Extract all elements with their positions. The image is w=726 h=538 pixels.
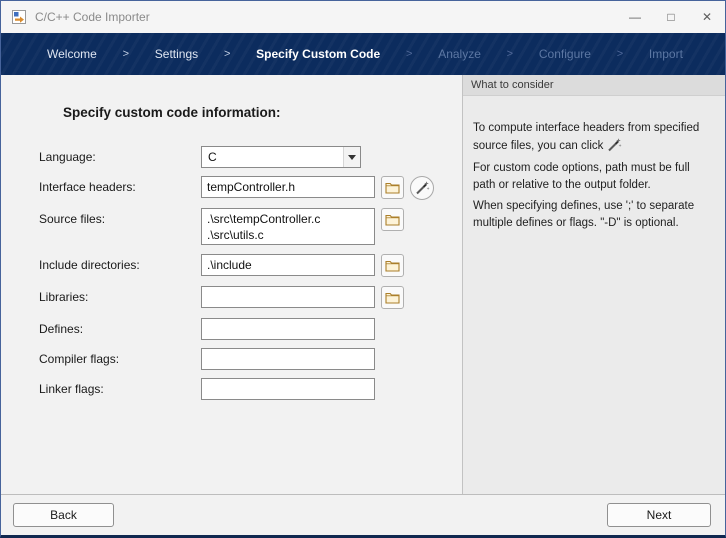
source-files-label: Source files: (39, 208, 201, 226)
minimize-button[interactable]: — (617, 1, 653, 33)
step-specify-custom-code[interactable]: Specify Custom Code (256, 47, 380, 61)
tip-paths: For custom code options, path must be fu… (473, 160, 713, 195)
linker-flags-label: Linker flags: (39, 378, 201, 396)
field-row-interface-headers: Interface headers: (39, 176, 462, 200)
next-button[interactable]: Next (607, 503, 711, 527)
libraries-label: Libraries: (39, 286, 201, 304)
field-row-defines: Defines: (39, 318, 462, 340)
main-content: Specify custom code information: Languag… (1, 75, 462, 494)
browse-source-files-button[interactable] (381, 208, 404, 231)
field-row-libraries: Libraries: (39, 286, 462, 309)
tip-compute-headers-text: To compute interface headers from specif… (473, 122, 699, 152)
step-configure: Configure (539, 47, 591, 61)
maximize-button[interactable]: □ (653, 1, 689, 33)
body: Specify custom code information: Languag… (1, 75, 725, 494)
step-settings[interactable]: Settings (155, 47, 198, 61)
include-directories-label: Include directories: (39, 254, 201, 272)
titlebar: C/C++ Code Importer — □ ✕ (1, 1, 725, 33)
folder-icon (385, 181, 400, 194)
linker-flags-input[interactable] (201, 378, 375, 400)
field-row-language: Language: C (39, 146, 462, 168)
app-icon (11, 9, 27, 25)
window-title: C/C++ Code Importer (35, 10, 150, 24)
step-analyze: Analyze (438, 47, 481, 61)
compiler-flags-input[interactable] (201, 348, 375, 370)
close-button[interactable]: ✕ (689, 1, 725, 33)
step-separator: > (507, 48, 513, 60)
folder-icon (385, 213, 400, 226)
field-row-source-files: Source files: .\src\tempController.c .\s… (39, 208, 462, 245)
step-welcome[interactable]: Welcome (47, 47, 97, 61)
page-title: Specify custom code information: (63, 105, 462, 120)
folder-icon (385, 259, 400, 272)
source-files-input[interactable]: .\src\tempController.c .\src\utils.c (201, 208, 375, 245)
sidebar-title: What to consider (463, 75, 725, 96)
interface-headers-input[interactable] (201, 176, 375, 198)
field-row-include-directories: Include directories: (39, 254, 462, 277)
defines-input[interactable] (201, 318, 375, 340)
step-separator: > (123, 48, 129, 60)
interface-headers-label: Interface headers: (39, 176, 201, 194)
wand-icon (606, 137, 622, 153)
language-dropdown[interactable]: C (201, 146, 361, 168)
tip-defines: When specifying defines, use ';' to sepa… (473, 198, 713, 233)
wand-icon (414, 180, 430, 196)
help-sidebar: What to consider To compute interface he… (462, 75, 725, 494)
step-separator: > (406, 48, 412, 60)
libraries-input[interactable] (201, 286, 375, 308)
field-row-compiler-flags: Compiler flags: (39, 348, 462, 370)
sidebar-body: To compute interface headers from specif… (463, 96, 725, 237)
folder-icon (385, 291, 400, 304)
step-import: Import (649, 47, 683, 61)
include-directories-input[interactable] (201, 254, 375, 276)
field-row-linker-flags: Linker flags: (39, 378, 462, 400)
window-controls: — □ ✕ (617, 1, 725, 33)
step-separator: > (224, 48, 230, 60)
browse-include-directories-button[interactable] (381, 254, 404, 277)
step-navbar: Welcome > Settings > Specify Custom Code… (1, 33, 725, 75)
defines-label: Defines: (39, 318, 201, 336)
app-window: C/C++ Code Importer — □ ✕ Welcome > Sett… (0, 0, 726, 538)
compiler-flags-label: Compiler flags: (39, 348, 201, 366)
custom-code-form: Language: C Interface headers: (39, 146, 462, 400)
dropdown-button[interactable] (343, 147, 360, 167)
autocompute-headers-wand-button[interactable] (410, 176, 434, 200)
tip-compute-headers: To compute interface headers from specif… (473, 120, 713, 156)
browse-libraries-button[interactable] (381, 286, 404, 309)
browse-interface-headers-button[interactable] (381, 176, 404, 199)
footer: Back Next (1, 495, 725, 535)
language-label: Language: (39, 146, 201, 164)
step-separator: > (617, 48, 623, 60)
chevron-down-icon (348, 155, 356, 160)
language-selected-value: C (202, 147, 343, 167)
back-button[interactable]: Back (13, 503, 114, 527)
